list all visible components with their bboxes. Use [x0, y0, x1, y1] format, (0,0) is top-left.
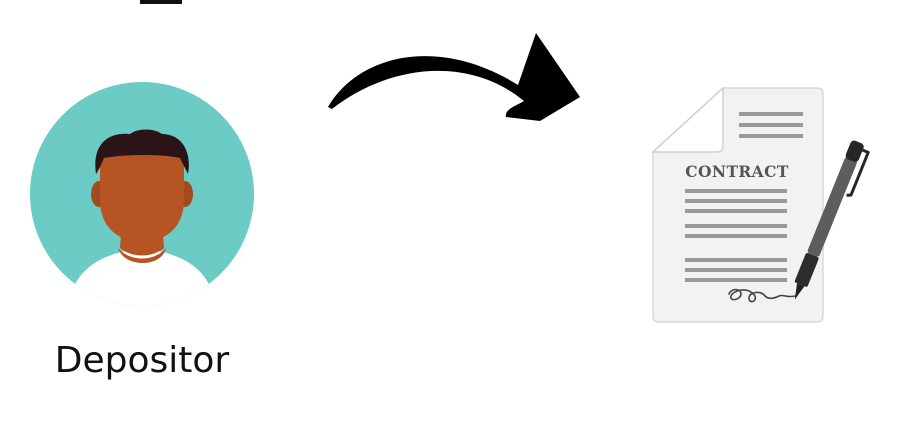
cropped-heading-fragment: [140, 0, 182, 4]
contract-text-lines: [685, 189, 787, 282]
person-avatar-icon: [30, 82, 254, 306]
contract-title: CONTRACT: [685, 162, 789, 181]
contract-folded-corner: [651, 86, 724, 153]
contract-document-icon: CONTRACT: [651, 86, 870, 323]
depositor-label: Depositor: [54, 340, 230, 381]
curved-arrow-icon: [328, 33, 580, 121]
avatar-face: [100, 144, 184, 242]
diagram-scene: Depositor CONTRACT: [0, 0, 904, 423]
